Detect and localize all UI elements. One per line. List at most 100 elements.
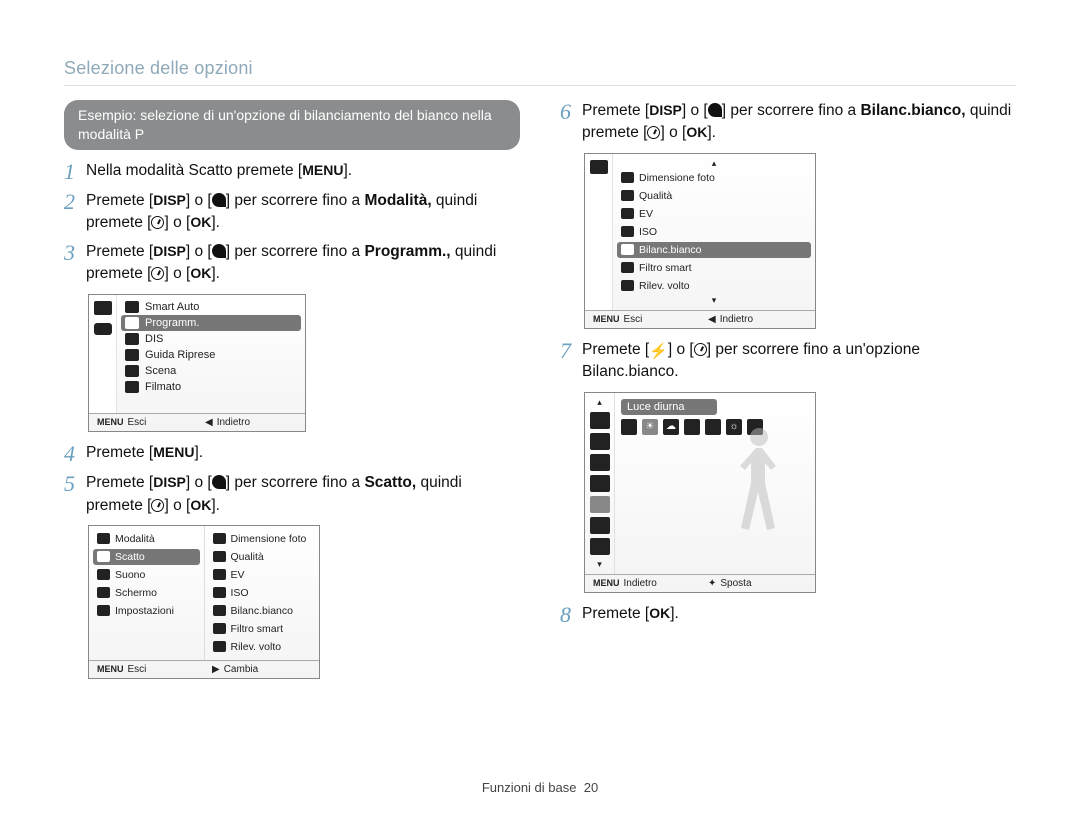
step-number: 4 [64,442,86,466]
down-arrow-icon: ▾ [597,559,602,570]
iso-icon [590,475,610,492]
list-item: Rilev. volto [613,277,815,295]
iso-icon [213,587,226,598]
menu-button-label: MENU [302,162,343,178]
wb-selected-label: Luce diurna [621,399,717,415]
pane-right: ▴ Dimensione foto Qualità EV ISO Bilanc.… [613,154,815,310]
wb-fluo-h-icon [684,419,700,435]
step-text: Premete [DISP] o [] per scorrere fino a … [86,241,520,286]
list-item: Modalità [89,530,204,548]
step-number: 2 [64,190,86,214]
step-number: 1 [64,160,86,184]
list-item: Qualità [613,187,815,205]
list-item: ISO [613,223,815,241]
mode-icon [125,365,139,377]
step-text: Premete [OK]. [582,603,1016,625]
sound-icon [97,569,110,580]
iso-icon [621,226,634,237]
wb-auto-icon [621,419,637,435]
mode-icon [125,349,139,361]
left-arrow-icon: ◀ [708,314,716,325]
step-2: 2 Premete [DISP] o [] per scorrere fino … [64,190,520,235]
filter-icon [213,623,226,634]
screen-side-icons [89,295,117,413]
move-icon: ✦ [708,578,716,589]
gear-icon [97,605,110,616]
wb-icon [621,244,634,255]
up-arrow-icon: ▴ [613,158,815,169]
side-option-icons: ▴ ▾ [585,393,615,574]
step-6: 6 Premete [DISP] o [] per scorrere fino … [560,100,1016,145]
screen-wb-selection: ▴ ▾ Luce diurna [584,392,816,593]
steps-right-2: 7 Premete [⚡] o [] per scorrere fino a u… [560,339,1016,384]
quality-icon [213,551,226,562]
list-item: Filtro smart [613,259,815,277]
filter-icon [590,517,610,534]
timer-icon [647,126,660,139]
step-number: 5 [64,472,86,496]
screen-footer: MENU Esci ◀ Indietro [585,310,815,328]
camera-icon [97,551,110,562]
down-arrow-icon: ▾ [613,295,815,306]
step-7: 7 Premete [⚡] o [] per scorrere fino a u… [560,339,1016,384]
screen-settings-two-pane: Modalità Scatto Suono Schermo Impostazio… [88,525,320,679]
mode-icon [125,301,139,313]
mode-icon [97,533,110,544]
list-item: Dimensione foto [613,169,815,187]
wb-daylight-icon: ☀ [642,419,658,435]
list-item: Filtro smart [205,620,320,638]
timer-icon [151,499,164,512]
camera-dual-icon [94,323,112,335]
step-3: 3 Premete [DISP] o [] per scorrere fino … [64,241,520,286]
face-icon [621,280,634,291]
step-number: 7 [560,339,582,363]
screen-shooting-options: ▴ Dimensione foto Qualità EV ISO Bilanc.… [584,153,816,329]
pane-right: Dimensione foto Qualità EV ISO Bilanc.bi… [204,526,320,660]
list-item-selected: Bilanc.bianco [617,242,811,258]
mode-icon [125,317,139,329]
list-item: Dimensione foto [205,530,320,548]
list-item: Smart Auto [117,299,305,315]
steps-right-3: 8 Premete [OK]. [560,603,1016,627]
wb-icon [213,605,226,616]
wb-cloudy-icon: ☁ [663,419,679,435]
ev-icon [590,454,610,471]
example-pill: Esempio: selezione di un'opzione di bila… [64,100,520,150]
preview-silhouette [711,401,807,566]
wb-icon-selected [590,496,610,513]
mode-icon [125,381,139,393]
quality-icon [590,433,610,450]
screen-footer: MENU Esci ▶ Cambia [89,660,319,678]
steps-right: 6 Premete [DISP] o [] per scorrere fino … [560,100,1016,145]
list-item: EV [205,566,320,584]
camera-icon [94,301,112,315]
step-number: 6 [560,100,582,124]
list-item: Guida Riprese [117,347,305,363]
face-icon [590,538,610,555]
step-number: 8 [560,603,582,627]
left-column: Esempio: selezione di un'opzione di bila… [64,100,520,689]
step-text: Premete [DISP] o [] per scorrere fino a … [582,100,1016,145]
timer-icon [151,216,164,229]
list-item: Suono [89,566,204,584]
pane-left: Modalità Scatto Suono Schermo Impostazio… [89,526,204,660]
list-item: ISO [205,584,320,602]
screen-mode-list: Smart Auto Programm. DIS Guida Riprese S… [88,294,306,432]
camera-icon [590,160,608,174]
screen-footer: MENU Esci ◀ Indietro [89,413,305,431]
ev-icon [621,208,634,219]
step-5: 5 Premete [DISP] o [] per scorrere fino … [64,472,520,517]
right-arrow-icon: ▶ [212,664,220,675]
filter-icon [621,262,634,273]
ok-button-label: OK [190,214,211,230]
screen-footer: MENU Indietro ✦ Sposta [585,574,815,592]
step-1: 1 Nella modalità Scatto premete [MENU]. [64,160,520,184]
step-8: 8 Premete [OK]. [560,603,1016,627]
wb-main-panel: Luce diurna ☀ ☁ ☼ [615,393,815,574]
timer-icon [151,267,164,280]
list-item-selected: Programm. [121,315,301,331]
list-item: EV [613,205,815,223]
list-item-selected: Scatto [93,549,200,565]
face-icon [213,641,226,652]
page-footer: Funzioni di base 20 [0,780,1080,795]
